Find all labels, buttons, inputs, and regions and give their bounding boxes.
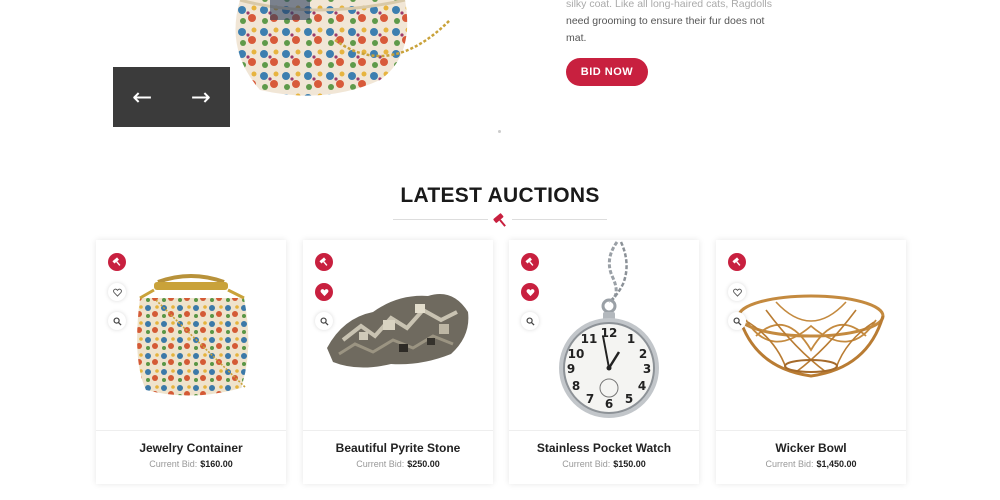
jewelry-container-image[interactable] xyxy=(96,240,286,430)
auction-gavel-button[interactable] xyxy=(108,253,126,271)
prev-arrow-icon[interactable]: ← xyxy=(132,85,152,109)
svg-text:4: 4 xyxy=(638,379,646,393)
svg-text:9: 9 xyxy=(567,362,575,376)
wicker-bowl-image[interactable] xyxy=(716,240,906,430)
current-bid: Current Bid: $150.00 xyxy=(509,459,699,469)
product-title[interactable]: Beautiful Pyrite Stone xyxy=(303,441,493,455)
gavel-icon xyxy=(525,257,534,266)
svg-text:2: 2 xyxy=(639,347,647,361)
title-divider-right xyxy=(512,219,607,220)
svg-text:1: 1 xyxy=(627,332,635,346)
bid-label: Current Bid: xyxy=(356,459,405,469)
search-icon xyxy=(732,316,742,326)
auction-gavel-button[interactable] xyxy=(728,253,746,271)
quick-view-button[interactable] xyxy=(521,312,539,330)
auction-card[interactable]: 12 1 2 3 4 5 6 7 8 9 10 11 Stainless Poc… xyxy=(509,240,699,484)
current-bid: Current Bid: $250.00 xyxy=(303,459,493,469)
heart-icon xyxy=(526,288,534,296)
svg-text:11: 11 xyxy=(581,332,598,346)
card-divider xyxy=(716,430,906,431)
current-bid: Current Bid: $1,450.00 xyxy=(716,459,906,469)
wishlist-button[interactable] xyxy=(315,283,333,301)
svg-text:8: 8 xyxy=(572,379,580,393)
card-divider xyxy=(509,430,699,431)
auction-grid: Jewelry Container Current Bid: $160.00 Be… xyxy=(96,240,906,484)
next-arrow-icon[interactable]: → xyxy=(191,85,211,109)
card-divider xyxy=(96,430,286,431)
heart-icon xyxy=(732,288,742,297)
quick-view-button[interactable] xyxy=(108,312,126,330)
heart-icon xyxy=(112,288,122,297)
svg-text:3: 3 xyxy=(643,362,651,376)
auction-card[interactable]: Wicker Bowl Current Bid: $1,450.00 xyxy=(716,240,906,484)
bid-value: $250.00 xyxy=(407,459,440,469)
gavel-icon xyxy=(319,257,328,266)
product-title[interactable]: Wicker Bowl xyxy=(716,441,906,455)
svg-text:5: 5 xyxy=(625,392,633,406)
bid-now-button[interactable]: BID NOW xyxy=(566,58,648,86)
wishlist-button[interactable] xyxy=(728,283,746,301)
search-icon xyxy=(525,316,535,326)
section-title: LATEST AUCTIONS xyxy=(400,184,600,207)
gavel-icon xyxy=(493,213,506,227)
hero-description-line: silky coat. Like all long-haired cats, R… xyxy=(566,0,773,10)
svg-text:10: 10 xyxy=(568,347,585,361)
bid-label: Current Bid: xyxy=(765,459,814,469)
card-divider xyxy=(303,430,493,431)
current-bid: Current Bid: $160.00 xyxy=(96,459,286,469)
auction-card[interactable]: Jewelry Container Current Bid: $160.00 xyxy=(96,240,286,484)
bid-value: $1,450.00 xyxy=(816,459,857,469)
auction-gavel-button[interactable] xyxy=(315,253,333,271)
bid-value: $160.00 xyxy=(200,459,233,469)
svg-text:6: 6 xyxy=(605,397,613,411)
heart-icon xyxy=(320,288,328,296)
hero-description: silky coat. Like all long-haired cats, R… xyxy=(566,0,786,47)
hero-purse-image xyxy=(235,0,451,96)
product-title[interactable]: Jewelry Container xyxy=(96,441,286,455)
auction-gavel-button[interactable] xyxy=(521,253,539,271)
bid-label: Current Bid: xyxy=(562,459,611,469)
bid-label: Current Bid: xyxy=(149,459,198,469)
bid-value: $150.00 xyxy=(613,459,646,469)
pocket-watch-image[interactable]: 12 1 2 3 4 5 6 7 8 9 10 11 xyxy=(509,240,699,430)
product-title[interactable]: Stainless Pocket Watch xyxy=(509,441,699,455)
search-icon xyxy=(319,316,329,326)
wishlist-button[interactable] xyxy=(521,283,539,301)
hero-description-line: need grooming to ensure their fur does n… xyxy=(566,15,765,27)
slider-dot[interactable] xyxy=(498,130,501,133)
quick-view-button[interactable] xyxy=(728,312,746,330)
search-icon xyxy=(112,316,122,326)
pyrite-stone-image[interactable] xyxy=(303,240,493,430)
gavel-icon xyxy=(732,257,741,266)
hero-slider: ← → silky coat. Like all long-haired cat… xyxy=(0,0,1000,140)
hero-description-line: mat. xyxy=(566,32,587,44)
title-divider-left xyxy=(393,219,488,220)
quick-view-button[interactable] xyxy=(315,312,333,330)
gavel-icon xyxy=(112,257,121,266)
slider-navigation: ← → xyxy=(113,67,230,127)
svg-text:7: 7 xyxy=(586,392,594,406)
auction-card[interactable]: Beautiful Pyrite Stone Current Bid: $250.… xyxy=(303,240,493,484)
wishlist-button[interactable] xyxy=(108,283,126,301)
